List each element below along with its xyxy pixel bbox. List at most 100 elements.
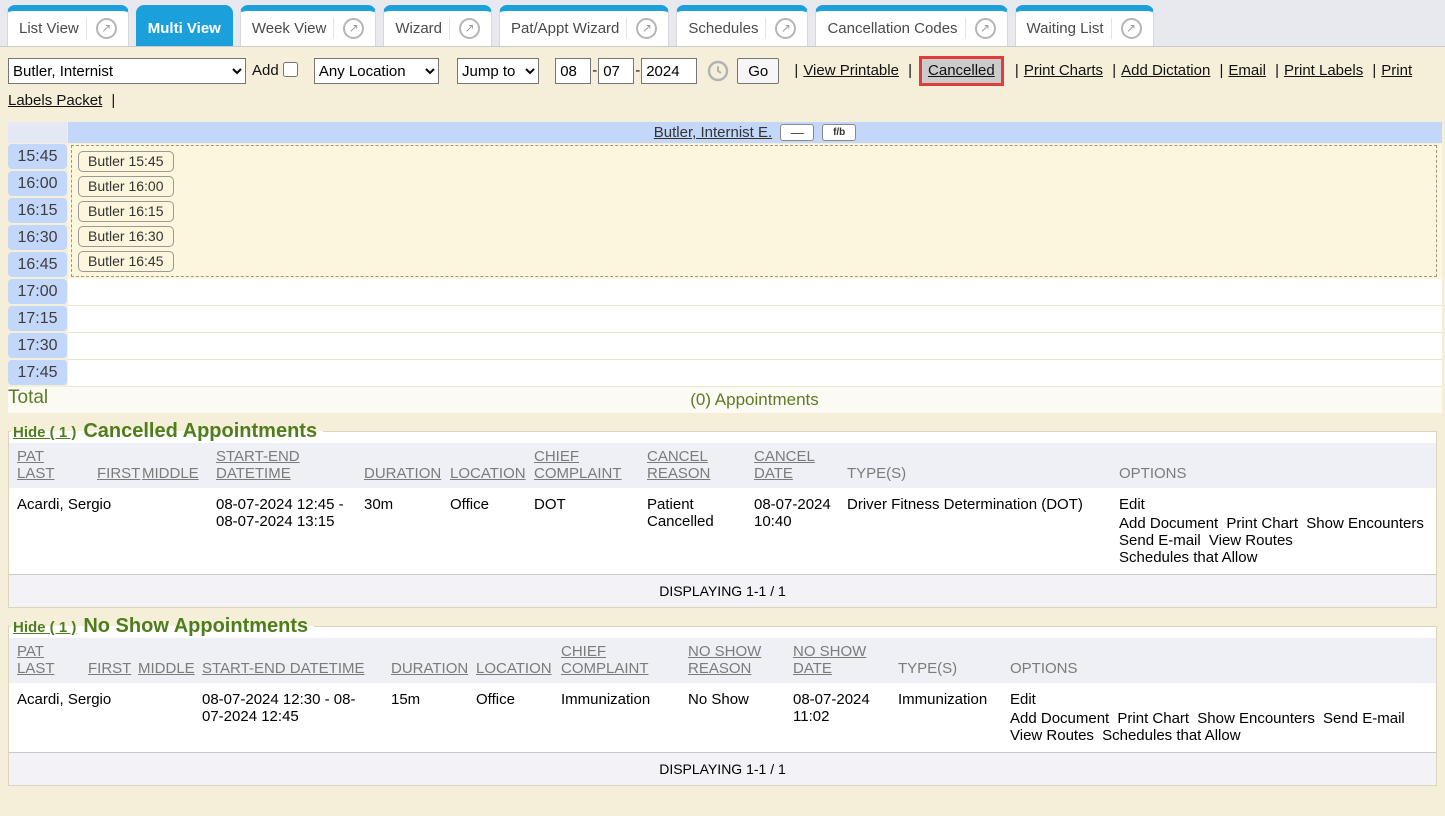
link-separator: | — [908, 62, 912, 79]
col-header-first[interactable]: FIRST — [80, 638, 130, 683]
col-header-no-show-reason[interactable]: NO SHOW REASON — [680, 638, 785, 683]
col-header-start-end[interactable]: START-END DATETIME — [208, 443, 356, 488]
add-document-link[interactable]: Add Document — [1119, 515, 1218, 532]
cell-start-end: 08-07-2024 12:30 - 08-07-2024 12:45 — [194, 683, 383, 753]
col-header-duration[interactable]: DURATION — [356, 443, 442, 488]
time-column: 15:45 16:00 16:15 16:30 16:45 17:00 17:1… — [8, 144, 67, 387]
tab-multi-view[interactable]: Multi View — [136, 5, 233, 46]
edit-link[interactable]: Edit — [1010, 691, 1036, 708]
cancelled-link[interactable]: Cancelled — [928, 62, 995, 79]
col-header-pat-last[interactable]: PAT LAST — [9, 443, 89, 488]
open-slot-button[interactable]: Butler 16:15 — [78, 201, 174, 222]
collapse-column-button[interactable]: — — [780, 124, 814, 141]
tab-icon-wrap: ↗ — [765, 18, 796, 39]
edit-link[interactable]: Edit — [1119, 496, 1145, 513]
no-show-displaying-row: DISPLAYING 1-1 / 1 — [9, 753, 1436, 786]
clock-icon[interactable] — [707, 60, 729, 82]
tab-icon-wrap: ↗ — [86, 18, 117, 39]
link-separator: | — [794, 62, 798, 79]
tab-label: Wizard — [395, 20, 442, 37]
cancelled-appointment-row: Acardi, Sergio 08-07-2024 12:45 - 08-07-… — [9, 488, 1436, 575]
schedule-empty-row — [68, 360, 1442, 387]
col-header-middle[interactable]: MIDDLE — [130, 638, 194, 683]
jump-to-select[interactable]: Jump to — [457, 58, 539, 84]
tab-label: Multi View — [148, 20, 221, 37]
add-document-link[interactable]: Add Document — [1010, 710, 1109, 727]
open-slot-button[interactable]: Butler 16:00 — [78, 176, 174, 197]
col-header-duration[interactable]: DURATION — [383, 638, 468, 683]
fb-button[interactable]: f/b — [822, 124, 856, 141]
show-encounters-link[interactable]: Show Encounters — [1197, 710, 1315, 727]
col-header-location[interactable]: LOCATION — [442, 443, 526, 488]
view-routes-link[interactable]: View Routes — [1010, 727, 1094, 744]
tab-cancellation-codes[interactable]: Cancellation Codes ↗ — [815, 5, 1007, 46]
date-month-input[interactable] — [555, 58, 591, 84]
view-routes-link[interactable]: View Routes — [1209, 532, 1293, 549]
schedules-that-allow-link[interactable]: Schedules that Allow — [1119, 549, 1257, 566]
view-printable-link[interactable]: View Printable — [803, 62, 899, 79]
provider-header-link[interactable]: Butler, Internist E. — [654, 124, 772, 141]
open-slot-button[interactable]: Butler 16:45 — [78, 251, 174, 272]
tab-pat-appt-wizard[interactable]: Pat/Appt Wizard ↗ — [499, 5, 669, 46]
col-header-chief-complaint[interactable]: CHIEF COMPLAINT — [553, 638, 680, 683]
toolbar: Butler, Internist Add Any Location Jump … — [0, 47, 1445, 120]
open-in-new-icon[interactable]: ↗ — [975, 18, 996, 39]
tab-icon-wrap: ↗ — [965, 18, 996, 39]
cell-location: Office — [442, 488, 526, 575]
email-link[interactable]: Email — [1228, 62, 1266, 79]
add-dictation-link[interactable]: Add Dictation — [1121, 62, 1210, 79]
open-in-new-icon[interactable]: ↗ — [775, 18, 796, 39]
tab-list-view[interactable]: List View ↗ — [7, 5, 129, 46]
col-header-options: OPTIONS — [1002, 638, 1436, 683]
tab-label: Pat/Appt Wizard — [511, 20, 619, 37]
open-slot-button[interactable]: Butler 15:45 — [78, 151, 174, 172]
add-checkbox[interactable] — [283, 62, 298, 77]
print-chart-link[interactable]: Print Chart — [1226, 515, 1298, 532]
cancelled-displaying-row: DISPLAYING 1-1 / 1 — [9, 575, 1436, 608]
col-header-cancel-date[interactable]: CANCEL DATE — [746, 443, 839, 488]
send-email-link[interactable]: Send E-mail — [1119, 532, 1201, 549]
time-label: 17:00 — [8, 279, 67, 304]
show-encounters-link[interactable]: Show Encounters — [1306, 515, 1424, 532]
tab-waiting-list[interactable]: Waiting List ↗ — [1015, 5, 1154, 46]
open-in-new-icon[interactable]: ↗ — [636, 18, 657, 39]
col-header-start-end[interactable]: START-END DATETIME — [194, 638, 383, 683]
tab-schedules[interactable]: Schedules ↗ — [676, 5, 808, 46]
send-email-link[interactable]: Send E-mail — [1323, 710, 1405, 727]
open-slot-button[interactable]: Butler 16:30 — [78, 226, 174, 247]
col-header-middle[interactable]: MIDDLE — [134, 443, 208, 488]
col-header-chief-complaint[interactable]: CHIEF COMPLAINT — [526, 443, 639, 488]
no-show-appointment-row: Acardi, Sergio 08-07-2024 12:30 - 08-07-… — [9, 683, 1436, 753]
no-show-section-legend: Hide ( 1 )No Show Appointments — [11, 615, 314, 638]
open-in-new-icon[interactable]: ↗ — [96, 18, 117, 39]
print-labels-link[interactable]: Print Labels — [1284, 62, 1363, 79]
col-header-options: OPTIONS — [1111, 443, 1436, 488]
print-chart-link[interactable]: Print Chart — [1117, 710, 1189, 727]
tab-week-view[interactable]: Week View ↗ — [240, 5, 376, 46]
time-label: 16:45 — [8, 252, 67, 277]
time-label: 15:45 — [8, 144, 67, 169]
hide-cancelled-link[interactable]: Hide ( 1 ) — [13, 424, 76, 441]
open-in-new-icon[interactable]: ↗ — [343, 18, 364, 39]
no-show-table-header-row: PAT LAST FIRST MIDDLE START-END DATETIME… — [9, 638, 1436, 683]
link-separator: | — [111, 92, 115, 109]
go-button[interactable]: Go — [737, 58, 779, 84]
tab-icon-wrap: ↗ — [449, 18, 480, 39]
col-header-cancel-reason[interactable]: CANCEL REASON — [639, 443, 746, 488]
schedules-that-allow-link[interactable]: Schedules that Allow — [1102, 727, 1240, 744]
open-in-new-icon[interactable]: ↗ — [1121, 18, 1142, 39]
open-in-new-icon[interactable]: ↗ — [459, 18, 480, 39]
print-charts-link[interactable]: Print Charts — [1024, 62, 1103, 79]
col-header-first[interactable]: FIRST — [89, 443, 134, 488]
time-label: 17:30 — [8, 333, 67, 358]
date-day-input[interactable] — [598, 58, 634, 84]
col-header-location[interactable]: LOCATION — [468, 638, 553, 683]
open-slots-area: Butler 15:45 Butler 16:00 Butler 16:15 B… — [71, 145, 1437, 277]
date-year-input[interactable] — [641, 58, 697, 84]
location-select[interactable]: Any Location — [314, 58, 439, 84]
hide-no-show-link[interactable]: Hide ( 1 ) — [13, 619, 76, 636]
provider-select[interactable]: Butler, Internist — [8, 58, 246, 84]
tab-wizard[interactable]: Wizard ↗ — [383, 5, 492, 46]
col-header-pat-last[interactable]: PAT LAST — [9, 638, 80, 683]
col-header-no-show-date[interactable]: NO SHOW DATE — [785, 638, 890, 683]
